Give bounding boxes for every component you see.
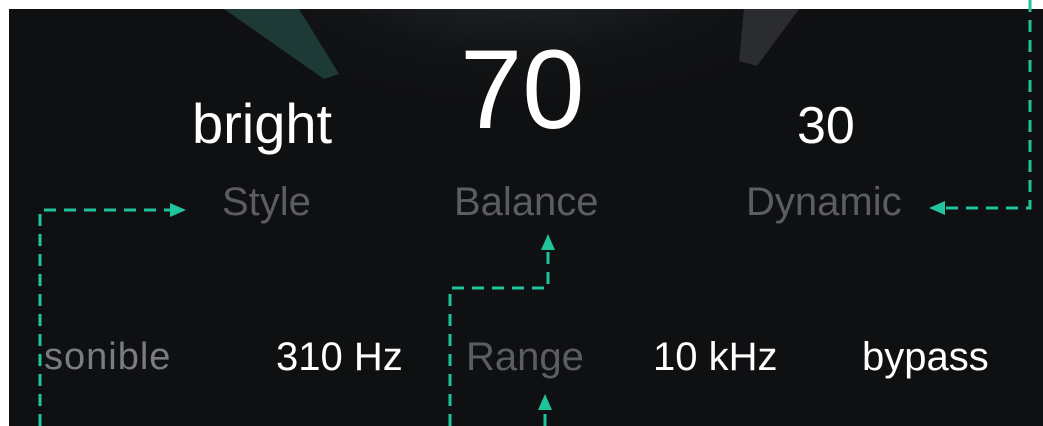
balance-annotation-line xyxy=(448,250,550,426)
annotation-arrow-icon xyxy=(541,234,555,250)
style-annotation-line xyxy=(38,208,170,426)
dynamic-annotation-line xyxy=(945,0,1032,210)
annotation-arrow-icon xyxy=(170,203,186,217)
annotation-arrow-icon xyxy=(538,394,552,410)
annotation-arrow-icon xyxy=(929,201,945,215)
annotation-arrows xyxy=(38,0,1032,426)
